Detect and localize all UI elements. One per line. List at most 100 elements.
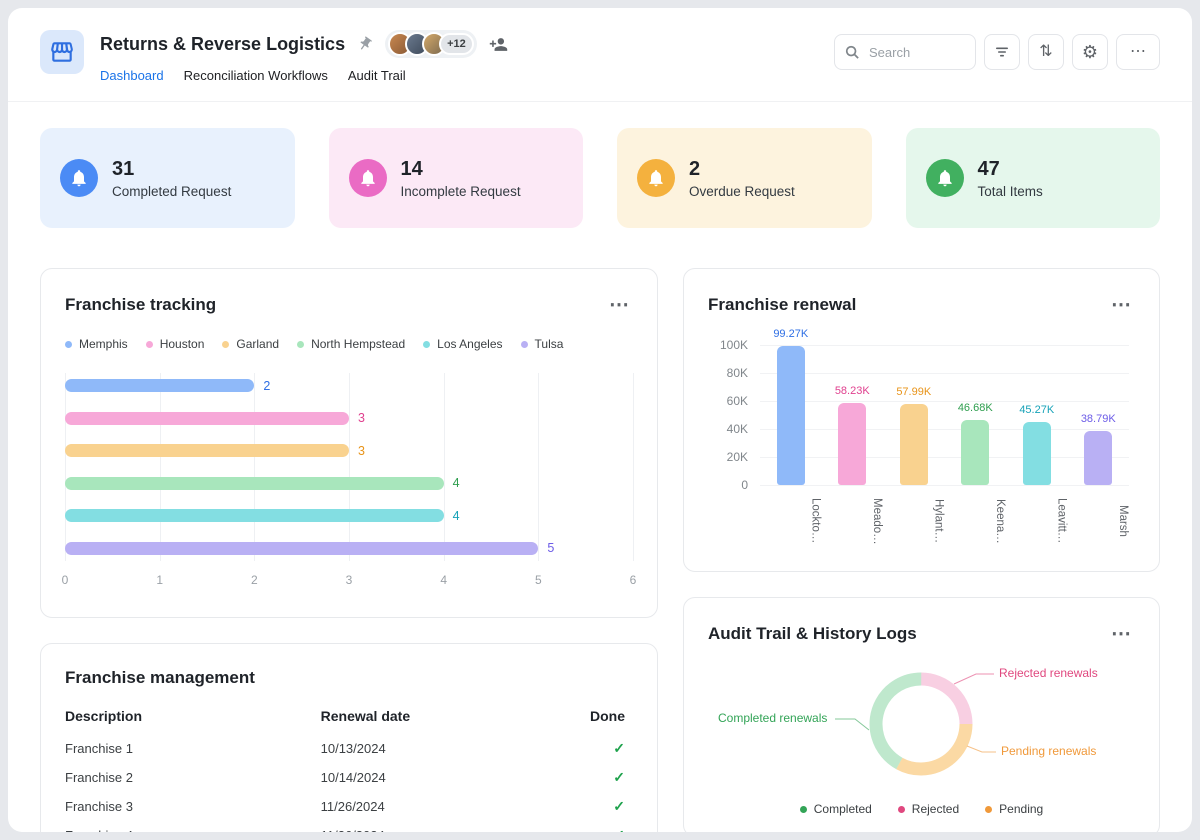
- cell-renewal-date: 10/13/2024: [321, 734, 548, 763]
- stat-label: Incomplete Request: [401, 184, 521, 199]
- bar-value-label: 58.23K: [835, 385, 870, 397]
- x-tick-label: Leavitt…: [1006, 495, 1068, 547]
- cell-done: ✓: [548, 763, 633, 792]
- legend-dot: [65, 341, 72, 348]
- bar-value-label: 46.68K: [958, 402, 993, 414]
- sort-button[interactable]: ⇅: [1028, 34, 1064, 70]
- gear-icon: ⚙: [1082, 43, 1098, 61]
- column-header-done: Done: [548, 702, 633, 734]
- renewal-bar-marsh: 38.79K: [1084, 431, 1112, 485]
- y-tick-label: 100K: [720, 338, 748, 352]
- x-tick-label: Hylant…: [883, 495, 945, 547]
- cell-done: ✓: [548, 734, 633, 763]
- tabs: Dashboard Reconciliation Workflows Audit T…: [100, 68, 508, 83]
- cell-description: Franchise 4: [65, 821, 321, 832]
- x-tick-label: 4: [440, 573, 447, 587]
- cell-description: Franchise 2: [65, 763, 321, 792]
- tracking-legend: MemphisHoustonGarlandNorth HempsteadLos …: [65, 337, 633, 351]
- y-tick-label: 80K: [727, 366, 748, 380]
- tracking-more-button[interactable]: ⋯: [605, 293, 633, 317]
- cell-done: ✓: [548, 821, 633, 832]
- bell-icon: [926, 159, 964, 197]
- stats-row: 31 Completed Request 14 Incomplete Reque…: [40, 128, 1160, 228]
- x-tick-label: 5: [535, 573, 542, 587]
- renewal-bar-keena: 46.68K: [961, 420, 989, 485]
- table-row: Franchise 411/26/2024✓: [65, 821, 633, 832]
- stat-value: 31: [112, 158, 231, 181]
- header-more-button[interactable]: ⋯: [1116, 34, 1160, 70]
- franchise-renewal-card: Franchise renewal ⋯ 100K80K60K40K20K099.…: [683, 268, 1160, 572]
- gridline: [633, 373, 634, 561]
- search-box[interactable]: [834, 34, 976, 70]
- audit-logs-card: Audit Trail & History Logs ⋯ Rejected re…: [683, 597, 1160, 832]
- audit-more-button[interactable]: ⋯: [1107, 622, 1135, 646]
- legend-dot: [800, 806, 807, 813]
- card-title: Audit Trail & History Logs: [708, 624, 917, 644]
- search-input[interactable]: [867, 44, 965, 61]
- x-tick-label: Meado…: [822, 495, 884, 547]
- bar-value-label: 2: [263, 379, 270, 393]
- bar-value-label: 99.27K: [773, 328, 808, 340]
- legend-item-tulsa: Tulsa: [521, 337, 564, 351]
- avatar-overflow-badge[interactable]: +12: [439, 33, 474, 55]
- check-icon: ✓: [613, 827, 625, 832]
- legend-dot: [898, 806, 905, 813]
- storefront-icon: [49, 39, 75, 65]
- header: Returns & Reverse Logistics +12 Dashboar: [8, 30, 1192, 102]
- tracking-plot: 233445: [65, 379, 633, 555]
- bar-value-label: 4: [453, 509, 460, 523]
- avatar-group[interactable]: +12: [385, 30, 477, 58]
- donut-connector: [954, 674, 994, 684]
- legend-dot: [985, 806, 992, 813]
- donut-annotation-pending: Pending renewals: [1001, 744, 1096, 758]
- tracking-bar-north-hempstead: [65, 477, 444, 490]
- settings-button[interactable]: ⚙: [1072, 34, 1108, 70]
- add-member-button[interactable]: [489, 35, 508, 54]
- y-tick-label: 40K: [727, 422, 748, 436]
- legend-item-garland: Garland: [222, 337, 279, 351]
- more-icon: ⋯: [1130, 44, 1146, 60]
- tracking-bar-garland: [65, 444, 349, 457]
- bar-value-label: 57.99K: [896, 386, 931, 398]
- filter-button[interactable]: [984, 34, 1020, 70]
- legend-dot: [222, 341, 229, 348]
- sort-icon: ⇅: [1039, 44, 1052, 60]
- app-logo: [40, 30, 84, 74]
- legend-item-los-angeles: Los Angeles: [423, 337, 502, 351]
- legend-dot: [146, 341, 153, 348]
- bar-value-label: 3: [358, 444, 365, 458]
- column-header-description: Description: [65, 702, 321, 734]
- legend-item-pending: Pending: [985, 802, 1043, 816]
- stat-card-overdue-request: 2 Overdue Request: [617, 128, 872, 228]
- pin-icon[interactable]: [357, 36, 373, 52]
- cell-renewal-date: 11/26/2024: [321, 792, 548, 821]
- donut-annotation-completed: Completed renewals: [718, 711, 827, 725]
- renewal-more-button[interactable]: ⋯: [1107, 293, 1135, 317]
- bell-icon: [349, 159, 387, 197]
- legend-item-rejected: Rejected: [898, 802, 959, 816]
- stat-label: Completed Request: [112, 184, 231, 199]
- donut-connector: [967, 746, 996, 752]
- tab-dashboard[interactable]: Dashboard: [100, 68, 164, 83]
- tracking-bar-tulsa: [65, 542, 538, 555]
- management-tbody: Franchise 110/13/2024✓Franchise 210/14/2…: [65, 734, 633, 832]
- legend-dot: [423, 341, 430, 348]
- tab-audit-trail[interactable]: Audit Trail: [348, 68, 406, 83]
- renewal-bar-meado: 58.23K: [838, 403, 866, 485]
- stat-card-completed-request: 31 Completed Request: [40, 128, 295, 228]
- tab-reconciliation-workflows[interactable]: Reconciliation Workflows: [184, 68, 328, 83]
- renewal-plot: 100K80K60K40K20K099.27K58.23K57.99K46.68…: [760, 345, 1129, 485]
- tracking-bar-memphis: [65, 379, 254, 392]
- app-window: Returns & Reverse Logistics +12 Dashboar: [8, 8, 1192, 832]
- donut-annotation-rejected: Rejected renewals: [999, 666, 1098, 680]
- legend-item-north-hempstead: North Hempstead: [297, 337, 405, 351]
- y-tick-label: 20K: [727, 450, 748, 464]
- page-title: Returns & Reverse Logistics: [100, 34, 345, 55]
- card-title: Franchise management: [65, 668, 255, 688]
- stat-value: 2: [689, 158, 795, 181]
- renewal-bar-hylant: 57.99K: [900, 404, 928, 485]
- donut-connector: [835, 719, 869, 730]
- management-table: Description Renewal date Done Franchise …: [65, 702, 633, 832]
- y-tick-label: 60K: [727, 394, 748, 408]
- cell-description: Franchise 1: [65, 734, 321, 763]
